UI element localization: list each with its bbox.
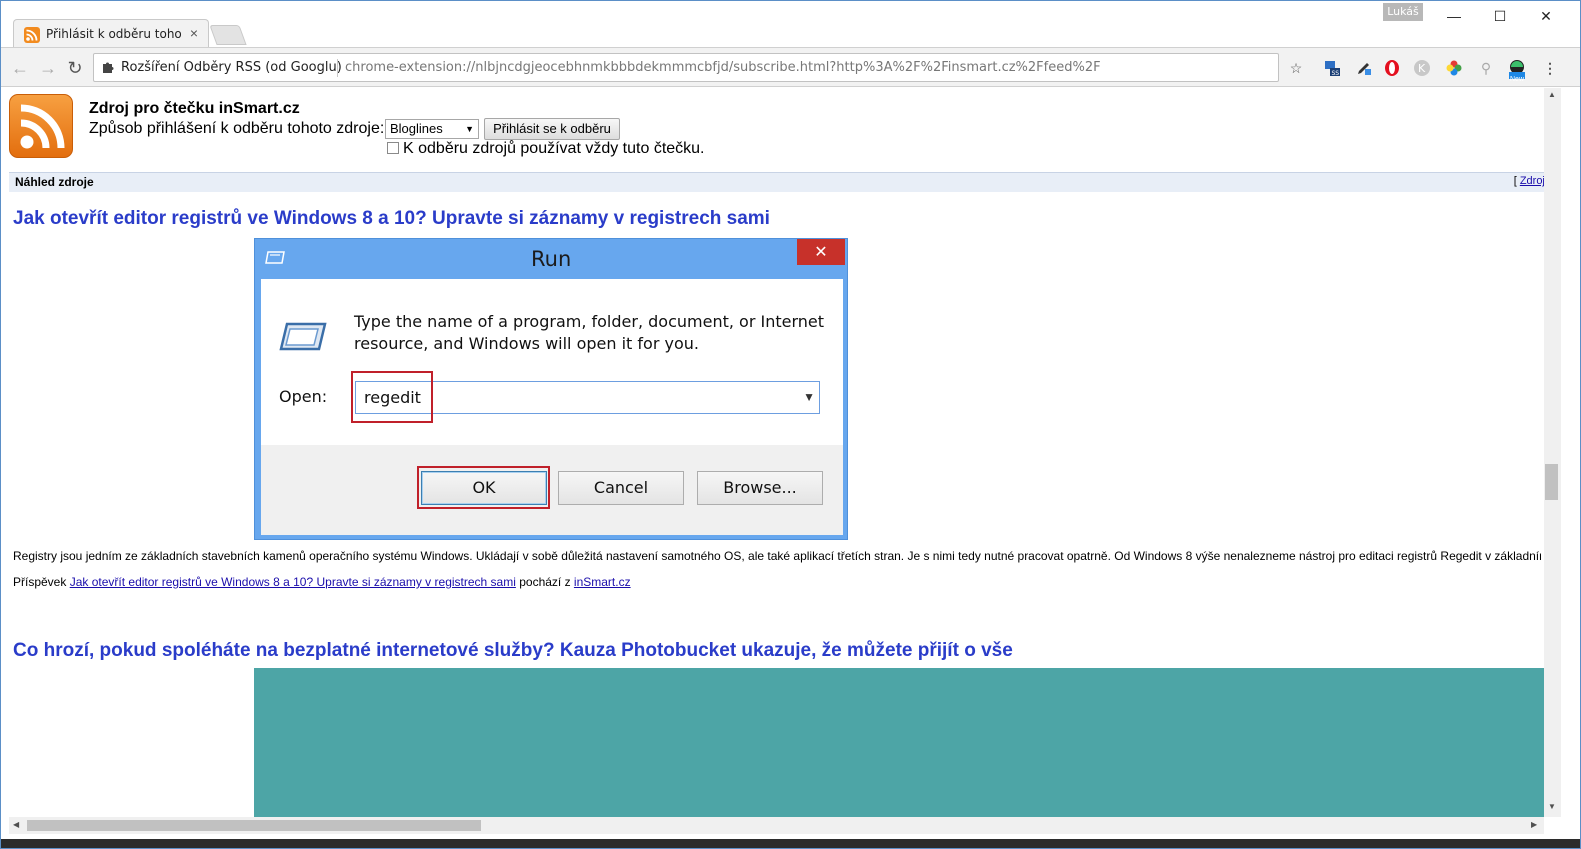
minimize-button[interactable]: — <box>1441 5 1467 27</box>
run-dialog-body: Type the name of a program, folder, docu… <box>261 279 843 535</box>
scroll-right-icon[interactable]: ▶ <box>1531 820 1537 829</box>
run-dialog-content <box>261 279 843 445</box>
horizontal-scroll-thumb[interactable] <box>27 820 481 831</box>
extension-name: Rozšíření Odběry RSS (od Googlu) <box>121 60 342 75</box>
pin-icon[interactable]: ⚲ <box>1477 59 1495 77</box>
new-tab-button[interactable] <box>209 25 247 45</box>
k-icon[interactable]: K <box>1413 59 1431 77</box>
svg-text:K: K <box>1418 62 1426 75</box>
browser-toolbar: ← → ↻ Rozšíření Odběry RSS (od Googlu) c… <box>1 47 1580 87</box>
source-link[interactable]: Zdroj <box>1520 175 1545 187</box>
run-dialog-title: Run <box>531 247 572 271</box>
reload-button[interactable]: ↻ <box>64 57 86 79</box>
horizontal-scrollbar[interactable]: ◀ ▶ <box>9 817 1544 834</box>
tab-subscribe[interactable]: Přihlásit k odběru tohoto × <box>13 19 209 48</box>
reader-select-value: Bloglines <box>390 121 443 136</box>
address-separator <box>337 59 338 77</box>
run-open-label: Open: <box>279 387 328 406</box>
always-use-label: K odběru zdrojů používat vždy tuto čtečk… <box>403 140 705 157</box>
new-badge-icon[interactable]: New <box>1507 59 1525 83</box>
article-title[interactable]: Jak otevřít editor registrů ve Windows 8… <box>13 208 770 230</box>
run-dialog-message: Type the name of a program, folder, docu… <box>354 312 825 353</box>
run-program-icon <box>279 321 327 351</box>
run-icon <box>265 251 285 264</box>
new-badge-label: New <box>1510 76 1525 83</box>
run-cancel-button: Cancel <box>558 471 684 505</box>
highlight-open-field <box>351 371 433 423</box>
article-image <box>254 668 1544 817</box>
run-browse-button: Browse... <box>697 471 823 505</box>
run-dialog-image: Run ✕ Type the name of a program, folder… <box>254 238 848 540</box>
chevron-down-icon: ▼ <box>465 124 474 134</box>
profile-button[interactable]: Lukáš <box>1383 3 1423 21</box>
article-source: Příspěvek Jak otevřít editor registrů ve… <box>13 575 631 589</box>
preview-label: Náhled zdroje <box>15 175 94 189</box>
feed-title: Zdroj pro čtečku inSmart.cz <box>89 100 300 117</box>
scroll-left-icon[interactable]: ◀ <box>13 820 19 829</box>
opera-icon[interactable] <box>1383 59 1401 77</box>
run-dialog-caption: Run ✕ <box>255 239 849 279</box>
article-title[interactable]: Co hrozí, pokud spoléháte na bezplatné i… <box>13 640 1013 662</box>
page-content: Zdroj pro čtečku inSmart.cz Způsob přihl… <box>1 88 1567 817</box>
subscribe-method-label: Způsob přihlášení k odběru tohoto zdroje… <box>89 120 385 137</box>
run-close-icon: ✕ <box>797 239 845 265</box>
vertical-scrollbar[interactable]: ▲ ▼ <box>1544 88 1561 817</box>
title-bar: Přihlásit k odběru tohoto × Lukáš — ☐ ✕ <box>1 1 1580 48</box>
address-bar[interactable]: Rozšíření Odběry RSS (od Googlu) chrome-… <box>93 53 1279 82</box>
subscribe-button[interactable]: Přihlásit se k odběru <box>484 118 620 140</box>
taskbar-strip <box>1 839 1580 848</box>
svg-text:SS: SS <box>1332 70 1340 77</box>
always-use-checkbox[interactable] <box>387 142 399 154</box>
puzzle-piece-icon <box>101 60 115 74</box>
color-wheel-icon[interactable] <box>1445 59 1463 77</box>
reader-select[interactable]: Bloglines ▼ <box>385 119 479 139</box>
article-source-link[interactable]: Jak otevřít editor registrů ve Windows 8… <box>70 575 516 589</box>
chevron-down-icon: ▼ <box>803 390 815 404</box>
extension-ss-icon[interactable]: SS <box>1323 59 1341 77</box>
site-link[interactable]: inSmart.cz <box>574 575 631 589</box>
menu-icon[interactable]: ⋮ <box>1541 59 1559 77</box>
back-button[interactable]: ← <box>9 57 31 79</box>
vertical-scroll-thumb[interactable] <box>1545 464 1558 500</box>
source-middle: pochází z <box>515 575 574 589</box>
forward-button[interactable]: → <box>37 57 59 79</box>
rss-feed-icon <box>9 94 73 158</box>
maximize-button[interactable]: ☐ <box>1487 5 1513 27</box>
url-text[interactable]: chrome-extension://nlbjncdgjeocebhnmkbbb… <box>345 60 1101 75</box>
preview-bar: Náhled zdroje [ Zdroj ] <box>9 172 1559 192</box>
star-icon[interactable]: ☆ <box>1287 59 1305 77</box>
browser-window: Přihlásit k odběru tohoto × Lukáš — ☐ ✕ … <box>0 0 1581 849</box>
tab-title: Přihlásit k odběru tohoto <box>46 27 181 41</box>
rss-favicon-icon <box>24 27 40 43</box>
source-prefix: Příspěvek <box>13 575 70 589</box>
highlight-ok-button <box>417 466 550 509</box>
article-text: Registry jsou jedním ze základních stave… <box>13 549 1541 563</box>
close-window-button[interactable]: ✕ <box>1533 5 1559 27</box>
extension-pen-icon[interactable] <box>1355 59 1373 77</box>
tab-close-icon[interactable]: × <box>190 25 198 41</box>
scroll-down-icon[interactable]: ▼ <box>1548 802 1556 811</box>
scroll-up-icon[interactable]: ▲ <box>1548 90 1556 99</box>
